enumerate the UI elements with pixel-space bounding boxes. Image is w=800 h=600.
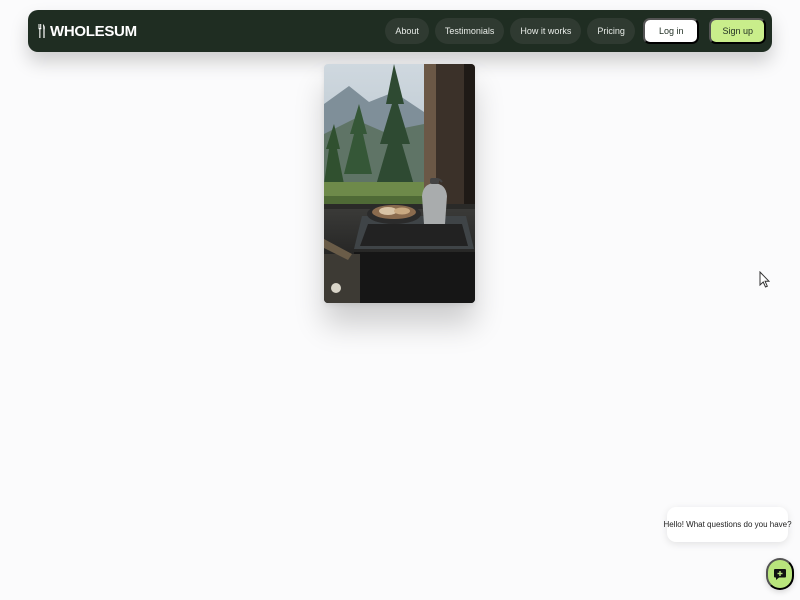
signup-button[interactable]: Sign up	[709, 18, 766, 44]
chat-launcher-button[interactable]	[766, 558, 794, 590]
login-button[interactable]: Log in	[642, 18, 700, 44]
hero-image	[324, 64, 475, 303]
chat-greeting-bubble[interactable]: Hello! What questions do you have?	[663, 507, 792, 542]
chat-icon	[774, 569, 786, 580]
brand-logo-link[interactable]: WHOLESUM	[38, 23, 137, 40]
page: WHOLESUM About Testimonials How it works…	[0, 0, 800, 600]
nav-link-about[interactable]: About	[385, 18, 429, 44]
mouse-cursor-icon	[759, 271, 770, 288]
brand-name: WHOLESUM	[50, 22, 137, 40]
nav-links: About Testimonials How it works Pricing …	[385, 18, 766, 44]
chat-greeting-text: Hello! What questions do you have?	[663, 520, 792, 529]
fork-knife-icon	[38, 24, 45, 38]
navbar: WHOLESUM About Testimonials How it works…	[28, 10, 772, 52]
nav-link-testimonials[interactable]: Testimonials	[434, 18, 505, 44]
nav-link-pricing[interactable]: Pricing	[587, 18, 635, 44]
kitchen-photo	[324, 64, 475, 303]
nav-link-how-it-works[interactable]: How it works	[510, 18, 582, 44]
